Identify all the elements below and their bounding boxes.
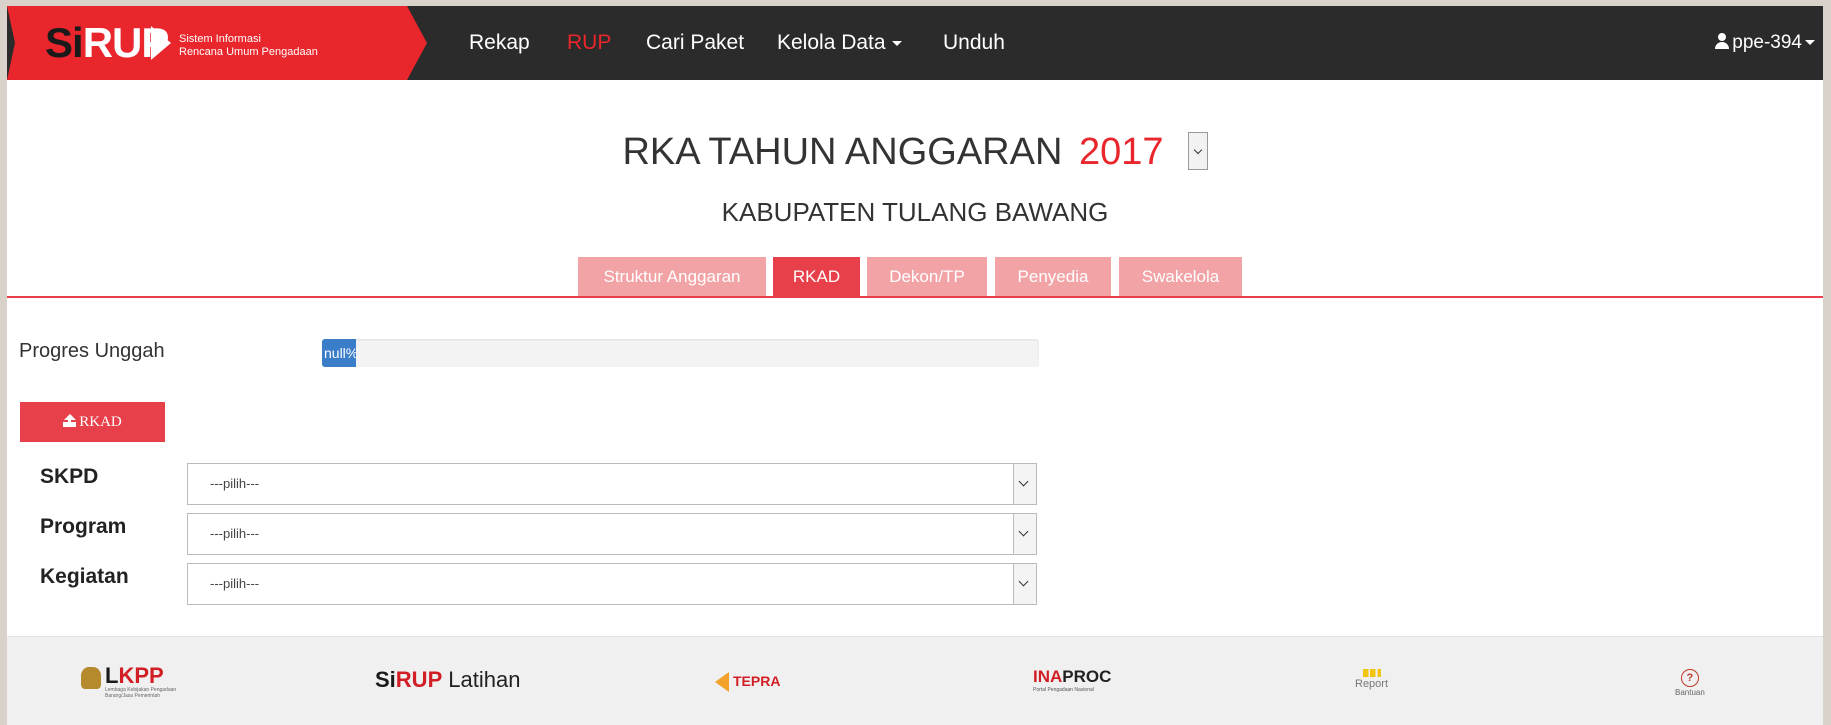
year-label: 2017 xyxy=(1078,131,1164,173)
user-menu[interactable]: ppe-394 xyxy=(1715,32,1815,54)
tab-dekon-tp[interactable]: Dekon/TP xyxy=(867,257,987,297)
help-text: Bantuan xyxy=(1675,688,1705,697)
kegiatan-select[interactable]: ---pilih--- xyxy=(187,563,1037,605)
garuda-emblem-icon xyxy=(81,667,101,689)
upload-rkad-button[interactable]: RKAD xyxy=(20,402,165,442)
sirup-latihan-wordmark: SiRUP Latihan xyxy=(375,667,520,692)
kegiatan-label: Kegiatan xyxy=(40,565,129,588)
brand-sub-line1: Sistem Informasi xyxy=(179,33,261,45)
app-frame: SiRUP Sistem Informasi Rencana Umum Peng… xyxy=(7,6,1823,725)
chevron-down-icon xyxy=(1805,40,1815,46)
tepra-wordmark: TEPRA xyxy=(715,672,781,693)
program-label: Program xyxy=(40,515,127,538)
tab-penyedia[interactable]: Penyedia xyxy=(995,257,1111,297)
nav-kelola-data[interactable]: Kelola Data xyxy=(777,30,902,56)
sirup-latihan-logo[interactable]: SiRUP Latihan xyxy=(375,667,520,693)
logo-arrow-icon xyxy=(151,26,171,60)
inaproc-wordmark: INAPROC xyxy=(1033,667,1111,687)
skpd-label: SKPD xyxy=(40,465,99,488)
brand-logo[interactable]: SiRUP Sistem Informasi Rencana Umum Peng… xyxy=(7,6,427,80)
skpd-select[interactable]: ---pilih--- xyxy=(187,463,1037,505)
nav-rup[interactable]: RUP xyxy=(567,30,611,56)
page-title-text: RKA TAHUN ANGGARAN xyxy=(622,131,1063,173)
sirup-prefix: Si xyxy=(375,667,396,692)
lkpp-wordmark-rest: KPP xyxy=(118,663,164,688)
footer: LKPP Lembaga Kebijakan Pengadaan Barang/… xyxy=(7,636,1823,725)
program-select-value: ---pilih--- xyxy=(210,526,260,541)
user-icon xyxy=(1715,33,1730,49)
tab-struktur-anggaran[interactable]: Struktur Anggaran xyxy=(578,257,766,297)
sirup-tag: Latihan xyxy=(448,667,521,692)
tepra-logo[interactable]: TEPRA xyxy=(715,671,781,693)
sirup-logo: SiRUP xyxy=(45,19,169,66)
lkpp-subtitle: Lembaga Kebijakan Pengadaan Barang/Jasa … xyxy=(105,687,177,699)
nav-kelola-data-label: Kelola Data xyxy=(777,31,886,54)
skpd-select-value: ---pilih--- xyxy=(210,476,260,491)
report-bars-icon xyxy=(1362,669,1381,677)
inaproc-ina: INA xyxy=(1033,667,1063,686)
inaproc-subtitle: Portal Pengadaan Nasional xyxy=(1033,687,1094,693)
progress-label: Progres Unggah xyxy=(19,340,165,362)
brand-subtitle: Sistem Informasi Rencana Umum Pengadaan xyxy=(179,33,318,59)
logo-prefix: Si xyxy=(45,19,84,66)
help-link[interactable]: ? Bantuan xyxy=(1675,669,1705,697)
help-icon: ? xyxy=(1680,669,1699,687)
inaproc-proc: PROC xyxy=(1062,667,1112,686)
page-title: RKA TAHUN ANGGARAN 2017 xyxy=(622,130,1163,174)
tab-divider xyxy=(7,296,1823,298)
program-select[interactable]: ---pilih--- xyxy=(187,513,1037,555)
tab-rkad[interactable]: RKAD xyxy=(773,257,860,297)
upload-button-label: RKAD xyxy=(79,414,122,430)
page-subtitle: KABUPATEN TULANG BAWANG xyxy=(721,197,1109,227)
kegiatan-select-value: ---pilih--- xyxy=(210,576,260,591)
tab-swakelola[interactable]: Swakelola xyxy=(1119,257,1242,297)
report-text: Report xyxy=(1355,678,1389,690)
upload-progress-bar: null% xyxy=(322,339,1039,367)
report-wordmark: Report xyxy=(1355,669,1388,690)
nav-cari-paket[interactable]: Cari Paket xyxy=(646,30,744,56)
chevron-down-icon xyxy=(1013,464,1036,504)
help-wordmark: ? Bantuan xyxy=(1675,669,1705,697)
report-logo[interactable]: Report xyxy=(1355,669,1388,690)
tepra-text: TEPRA xyxy=(733,673,781,689)
nav-unduh[interactable]: Unduh xyxy=(943,30,1005,56)
chevron-down-icon xyxy=(891,40,902,46)
lkpp-wordmark-l: L xyxy=(105,663,119,688)
nav-rekap[interactable]: Rekap xyxy=(469,30,530,56)
lkpp-logo[interactable]: LKPP Lembaga Kebijakan Pengadaan Barang/… xyxy=(81,665,211,699)
sirup-main: RUP xyxy=(395,667,443,692)
chevron-down-icon xyxy=(1013,564,1036,604)
top-navbar: SiRUP Sistem Informasi Rencana Umum Peng… xyxy=(7,6,1823,80)
year-select[interactable] xyxy=(1187,132,1208,170)
chevron-down-icon xyxy=(1013,514,1036,554)
brand-sub-line2: Rencana Umum Pengadaan xyxy=(179,46,318,58)
progress-fill: null% xyxy=(322,339,356,367)
tepra-mark-icon xyxy=(715,672,729,693)
page-header: RKA TAHUN ANGGARAN 2017 xyxy=(7,130,1823,174)
upload-icon xyxy=(63,414,77,427)
inaproc-logo[interactable]: INAPROC Portal Pengadaan Nasional xyxy=(1033,667,1111,693)
user-name: ppe-394 xyxy=(1732,32,1802,53)
lkpp-wordmark: LKPP xyxy=(105,665,164,687)
